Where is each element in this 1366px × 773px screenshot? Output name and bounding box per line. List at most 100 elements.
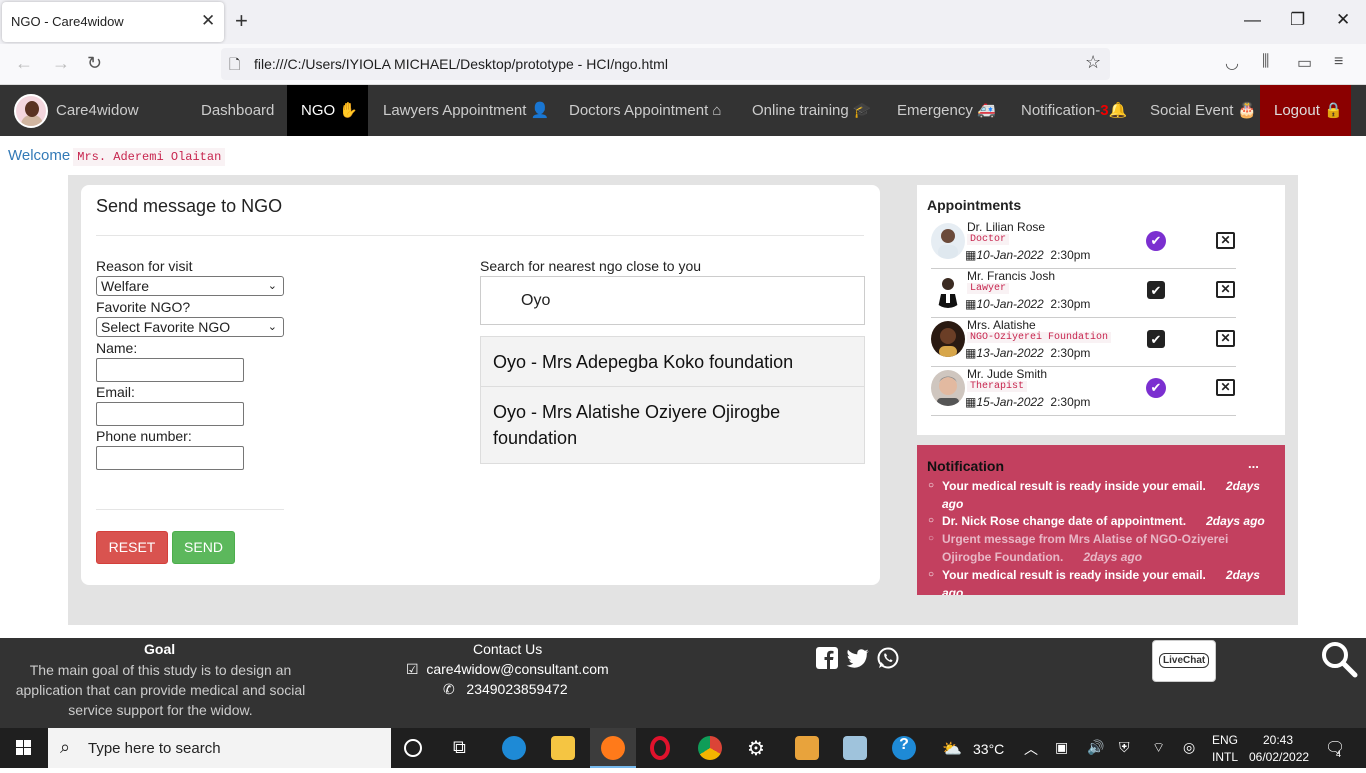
cancel-icon[interactable]: ✕ (1216, 379, 1235, 396)
sidebar-icon[interactable]: ▭ (1297, 53, 1312, 73)
tab-title: NGO - Care4widow (11, 14, 124, 29)
approved-check-icon[interactable]: ✔ (1146, 378, 1166, 398)
restore-icon[interactable]: ❐ (1290, 10, 1305, 30)
nav-lawyers-appointment[interactable]: Lawyers Appointment 👤 (383, 85, 549, 136)
minimize-icon[interactable]: — (1244, 10, 1261, 30)
notification-item[interactable]: Your medical result is ready inside your… (928, 566, 1272, 595)
back-icon[interactable]: ← (15, 53, 33, 74)
cancel-icon[interactable]: ✕ (1216, 330, 1235, 347)
appointment-date: 15-Jan-2022 (976, 395, 1044, 409)
weather-temp[interactable]: 33°C (973, 741, 1004, 757)
network-icon[interactable]: ▣ (1055, 739, 1068, 756)
reset-button[interactable]: RESET (96, 531, 168, 564)
brand-name[interactable]: Care4widow (56, 85, 139, 136)
ngo-search-input[interactable]: Oyo (480, 276, 865, 325)
cancel-icon[interactable]: ✕ (1216, 281, 1235, 298)
appointment-name: Mrs. Alatishe (967, 318, 1036, 332)
chrome-icon[interactable] (698, 736, 722, 760)
nav-emergency[interactable]: Emergency 🚑 (897, 85, 996, 136)
checked-box-icon[interactable]: ✔ (1147, 330, 1165, 348)
taskbar-search[interactable]: ⌕ Type here to search (48, 728, 391, 768)
facebook-icon[interactable] (815, 646, 839, 670)
bookmark-star-icon[interactable]: ☆ (1085, 52, 1101, 73)
nav-social-event[interactable]: Social Event 🎂 (1150, 85, 1256, 136)
clock-date[interactable]: 06/02/2022 (1249, 750, 1309, 764)
browser-nav-bar: ← → ↻ 🗋 file:///C:/Users/IYIOLA MICHAEL/… (0, 44, 1366, 85)
cancel-icon[interactable]: ✕ (1216, 232, 1235, 249)
chevron-up-icon[interactable]: ︿ (1024, 739, 1038, 759)
favorite-value: Select Favorite NGO (101, 319, 231, 335)
url-text[interactable]: file:///C:/Users/IYIOLA MICHAEL/Desktop/… (254, 56, 668, 72)
appointment-date: 10-Jan-2022 (976, 248, 1044, 262)
result-item[interactable]: Oyo - Mrs Adepegba Koko foundation (481, 349, 864, 375)
reason-select[interactable]: Welfare ⌄ (96, 276, 284, 296)
phone-icon: ✆ (443, 681, 455, 697)
livechat-button[interactable]: LiveChat (1152, 640, 1216, 682)
clock-time[interactable]: 20:43 (1263, 733, 1293, 747)
notification-item[interactable]: Your medical result is ready inside your… (928, 477, 1272, 513)
cortana-icon[interactable] (404, 739, 422, 757)
forward-icon[interactable]: → (52, 53, 70, 74)
firefox-icon[interactable] (601, 736, 625, 760)
notification-item[interactable]: Urgent message from Mrs Alatise of NGO-O… (928, 530, 1272, 566)
notepad-icon[interactable] (843, 736, 867, 760)
task-view-icon[interactable]: ⧉ (453, 737, 477, 761)
contact-phone[interactable]: ✆ 2349023859472 (443, 681, 568, 698)
display-icon[interactable]: ◎ (1183, 739, 1195, 756)
nav-doctors-appointment[interactable]: Doctors Appointment ⌂ (569, 85, 721, 136)
result-item[interactable]: Oyo - Mrs Alatishe Oziyere Ojirogbe foun… (481, 399, 864, 451)
notification-title: Notification (927, 458, 1004, 474)
windows-start-icon[interactable] (0, 728, 48, 768)
file-explorer-icon[interactable] (551, 736, 575, 760)
language-secondary[interactable]: INTL (1212, 750, 1238, 764)
help-icon[interactable]: ? (892, 736, 916, 760)
url-bar[interactable]: 🗋 file:///C:/Users/IYIOLA MICHAEL/Deskto… (221, 48, 1110, 80)
nav-online-training[interactable]: Online training 🎓 (752, 85, 872, 136)
name-field[interactable] (96, 358, 244, 382)
notification-item[interactable]: Dr. Nick Rose change date of appointment… (928, 512, 1272, 530)
nav-logout[interactable]: Logout 🔒 (1260, 85, 1351, 136)
browser-tab[interactable]: NGO - Care4widow ✕ (2, 2, 224, 42)
approved-check-icon[interactable]: ✔ (1146, 231, 1166, 251)
volume-icon[interactable]: 🔊 (1087, 739, 1104, 756)
contact-email[interactable]: ☑ care4widow@consultant.com (406, 661, 609, 678)
more-options-icon[interactable]: ... (1248, 456, 1259, 471)
notification-text: Your medical result is ready inside your… (942, 479, 1206, 493)
favorite-ngo-select[interactable]: Select Favorite NGO ⌄ (96, 317, 284, 337)
weather-icon[interactable]: ⛅ (942, 739, 962, 759)
edge-icon[interactable] (502, 736, 526, 760)
new-tab-icon[interactable]: + (235, 8, 248, 34)
whatsapp-icon[interactable] (876, 646, 900, 670)
nav-ngo[interactable]: NGO ✋ (287, 85, 368, 136)
welcome-line: Welcome Mrs. Aderemi Olaitan (8, 147, 226, 166)
appointment-role: Doctor (967, 234, 1010, 245)
media-player-icon[interactable] (795, 736, 819, 760)
reload-icon[interactable]: ↻ (87, 53, 102, 74)
reason-label: Reason for visit (96, 258, 193, 274)
nav-dashboard[interactable]: Dashboard (201, 85, 274, 136)
tab-close-icon[interactable]: ✕ (201, 11, 215, 31)
window-close-icon[interactable]: ✕ (1336, 10, 1350, 30)
chevron-down-icon: ⌄ (267, 280, 277, 292)
menu-icon[interactable]: ≡ (1334, 53, 1343, 71)
wifi-icon[interactable]: ⌔ (1152, 739, 1165, 757)
library-icon[interactable]: ⫼ (1262, 53, 1269, 71)
pocket-icon[interactable]: ◡ (1225, 53, 1239, 73)
opera-icon[interactable] (650, 736, 670, 760)
appointment-role: NGO-Oziyerei Foundation (967, 332, 1112, 343)
nav-label: Online training (752, 102, 849, 119)
antivirus-icon[interactable]: ⛨ (1119, 739, 1130, 756)
appointment-role: Lawyer (967, 283, 1010, 294)
checked-box-icon[interactable]: ✔ (1147, 281, 1165, 299)
phone-field[interactable] (96, 446, 244, 470)
bell-icon: 🔔 (1108, 102, 1128, 119)
language-primary[interactable]: ENG (1212, 733, 1238, 747)
send-button[interactable]: SEND (172, 531, 235, 564)
search-icon[interactable] (1320, 640, 1358, 678)
nav-notification[interactable]: Notification-3🔔 (1021, 85, 1127, 136)
twitter-icon[interactable] (845, 646, 869, 670)
avatar (931, 223, 965, 259)
email-field[interactable] (96, 402, 244, 426)
divider (96, 235, 864, 236)
settings-gear-icon[interactable]: ⚙ (747, 736, 771, 760)
